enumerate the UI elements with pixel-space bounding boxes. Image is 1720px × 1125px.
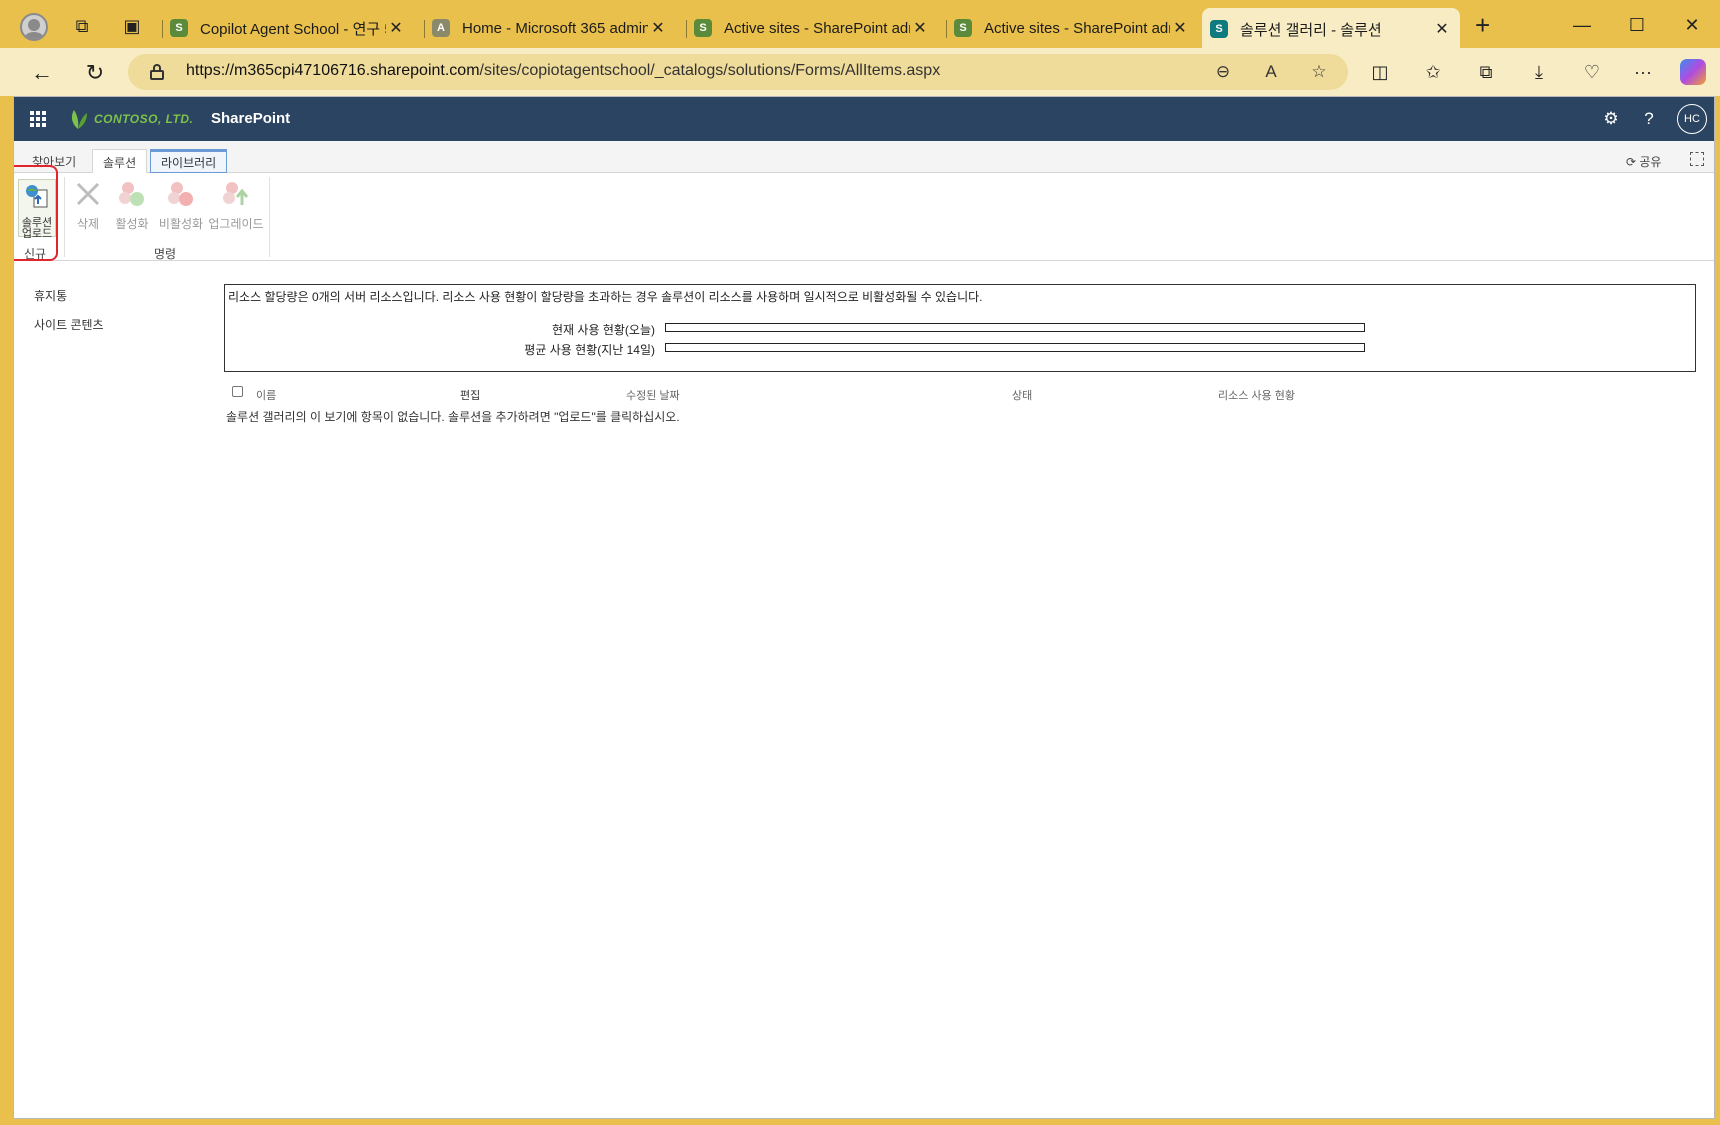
tab-title: 솔루션 갤러리 - 솔루션 <box>1240 21 1382 39</box>
current-usage-bar <box>665 323 1365 332</box>
lock-icon[interactable] <box>150 64 164 80</box>
gear-icon[interactable]: ⚙ <box>1600 108 1622 130</box>
ribbon-tabs: 찾아보기 솔루션 라이브러리 ⟳ 공유 <box>14 141 1714 174</box>
browser-essentials-icon[interactable]: ♡ <box>1579 59 1605 85</box>
brand-logo[interactable]: CONTOSO, LTD. <box>94 112 193 126</box>
new-tab-icon[interactable]: + <box>1475 12 1490 38</box>
tab-title: Active sites - SharePoint adm <box>724 19 910 37</box>
back-icon[interactable]: ← <box>27 58 57 88</box>
tab-solutions[interactable]: 솔루션 <box>92 149 148 174</box>
tab-title: Home - Microsoft 365 admin <box>462 19 648 37</box>
tab-strip: ⧉ ▣ S Copilot Agent School - 연구 5 ✕ A Ho… <box>0 0 1720 50</box>
close-tab-icon[interactable]: ✕ <box>648 18 668 38</box>
browser-tab-2[interactable]: A Home - Microsoft 365 admin ✕ <box>424 8 676 48</box>
refresh-icon[interactable]: ↻ <box>80 58 110 88</box>
activate-label: 활성화 <box>115 217 149 231</box>
favorite-star-icon[interactable]: ☆ <box>1307 60 1331 84</box>
list-header: 이름 편집 수정된 날짜 상태 리소스 사용 현황 <box>224 383 1696 405</box>
ribbon-body: 솔루션 업로드 삭제 활성화 비활성화 업그레이드 신규 명령 <box>14 173 1714 261</box>
column-status[interactable]: 상태 <box>1012 387 1032 403</box>
deactivate-button[interactable]: 비활성화 <box>156 179 206 232</box>
browser-tab-4[interactable]: S Active sites - SharePoint adm ✕ <box>946 8 1198 48</box>
zoom-out-icon[interactable]: ⊖ <box>1211 60 1235 84</box>
average-usage-label: 평균 사용 현황(지난 14일) <box>524 343 655 357</box>
admin-favicon-icon: A <box>432 19 450 37</box>
tab-title: Active sites - SharePoint adm <box>984 19 1170 37</box>
suite-bar: CONTOSO, LTD. SharePoint ⚙ ? HC <box>14 97 1714 141</box>
avatar[interactable]: HC <box>1677 104 1707 134</box>
highlight-annotation <box>14 165 58 261</box>
delete-label: 삭제 <box>76 217 100 231</box>
favorites-icon[interactable]: ✩ <box>1420 59 1446 85</box>
column-edit[interactable]: 편집 <box>460 387 480 403</box>
app-launcher-icon[interactable] <box>30 111 46 127</box>
browser-tab-3[interactable]: S Active sites - SharePoint adm ✕ <box>686 8 938 48</box>
select-all-checkbox[interactable] <box>232 386 243 397</box>
column-name[interactable]: 이름 <box>256 387 276 403</box>
share-label: 공유 <box>1639 155 1662 169</box>
close-tab-icon[interactable]: ✕ <box>1170 18 1190 38</box>
column-resource-usage[interactable]: 리소스 사용 현황 <box>1218 387 1295 403</box>
nav-recycle-bin[interactable]: 휴지통 <box>34 287 104 304</box>
profile-icon[interactable] <box>20 13 48 41</box>
split-screen-icon[interactable]: ◫ <box>1367 59 1393 85</box>
sharepoint-favicon-icon: S <box>1210 20 1228 38</box>
minimize-icon[interactable]: — <box>1562 10 1602 40</box>
deactivate-label: 비활성화 <box>158 217 204 231</box>
downloads-icon[interactable]: ⤓ <box>1526 59 1552 85</box>
url-text[interactable]: https://m365cpi47106716.sharepoint.com/s… <box>186 62 940 80</box>
sharepoint-favicon-icon: S <box>694 19 712 37</box>
left-navigation: 휴지통 사이트 콘텐츠 <box>34 287 104 345</box>
tab-library[interactable]: 라이브러리 <box>150 149 228 173</box>
url-host: https://m365cpi47106716.sharepoint.com <box>186 62 480 79</box>
delete-x-icon <box>76 182 100 206</box>
quota-description: 리소스 할당량은 0개의 서버 리소스입니다. 리소스 사용 현황이 할당량을 … <box>228 290 983 304</box>
workspaces-icon[interactable]: ⧉ <box>70 14 94 38</box>
deactivate-icon <box>168 182 193 206</box>
nav-site-contents[interactable]: 사이트 콘텐츠 <box>34 316 104 333</box>
upgrade-icon <box>223 182 249 205</box>
close-tab-icon[interactable]: ✕ <box>1432 19 1452 39</box>
page-viewport: CONTOSO, LTD. SharePoint ⚙ ? HC 찾아보기 솔루션… <box>13 96 1715 1119</box>
close-tab-icon[interactable]: ✕ <box>386 18 406 38</box>
sharepoint-favicon-icon: S <box>170 19 188 37</box>
resource-quota-box: 리소스 할당량은 0개의 서버 리소스입니다. 리소스 사용 현황이 할당량을 … <box>224 284 1696 372</box>
activate-button[interactable]: 활성화 <box>110 179 154 232</box>
upgrade-button[interactable]: 업그레이드 <box>206 179 266 232</box>
column-modified[interactable]: 수정된 날짜 <box>626 387 680 403</box>
settings-more-icon[interactable]: ··· <box>1630 59 1656 85</box>
read-aloud-icon[interactable]: A <box>1259 60 1283 84</box>
sync-icon: ⟳ <box>1626 155 1640 169</box>
tab-title: Copilot Agent School - 연구 5 <box>200 20 386 38</box>
browser-tab-active[interactable]: S 솔루션 갤러리 - 솔루션 ✕ <box>1202 8 1460 50</box>
copilot-icon[interactable] <box>1680 59 1706 85</box>
group-divider <box>64 177 65 257</box>
collections-icon[interactable]: ⧉ <box>1473 59 1499 85</box>
average-usage-bar <box>665 343 1365 352</box>
vertical-tabs-icon[interactable]: ▣ <box>120 14 144 38</box>
group-label-commands: 명령 <box>154 247 177 261</box>
activate-icon <box>119 182 144 206</box>
help-icon[interactable]: ? <box>1638 108 1660 130</box>
browser-tab-1[interactable]: S Copilot Agent School - 연구 5 ✕ <box>162 8 414 48</box>
address-bar[interactable]: https://m365cpi47106716.sharepoint.com/s… <box>128 54 1348 90</box>
contoso-leaf-icon <box>71 110 87 129</box>
group-divider <box>269 177 270 257</box>
delete-button[interactable]: 삭제 <box>70 179 106 232</box>
browser-window: ⧉ ▣ S Copilot Agent School - 연구 5 ✕ A Ho… <box>0 0 1720 1125</box>
close-window-icon[interactable]: ✕ <box>1672 10 1712 40</box>
upgrade-label: 업그레이드 <box>208 217 264 231</box>
close-tab-icon[interactable]: ✕ <box>910 18 930 38</box>
url-path: /sites/copiotagentschool/_catalogs/solut… <box>479 62 941 79</box>
empty-list-message: 솔루션 갤러리의 이 보기에 항목이 없습니다. 솔루션을 추가하려면 "업로드… <box>226 410 680 424</box>
maximize-icon[interactable]: ☐ <box>1617 10 1657 40</box>
focus-mode-icon[interactable] <box>1690 152 1704 166</box>
share-button[interactable]: ⟳ 공유 <box>1626 153 1661 170</box>
current-usage-label: 현재 사용 현황(오늘) <box>552 323 655 337</box>
browser-toolbar: ← ↻ https://m365cpi47106716.sharepoint.c… <box>0 48 1720 96</box>
sharepoint-favicon-icon: S <box>954 19 972 37</box>
app-title[interactable]: SharePoint <box>211 110 290 127</box>
